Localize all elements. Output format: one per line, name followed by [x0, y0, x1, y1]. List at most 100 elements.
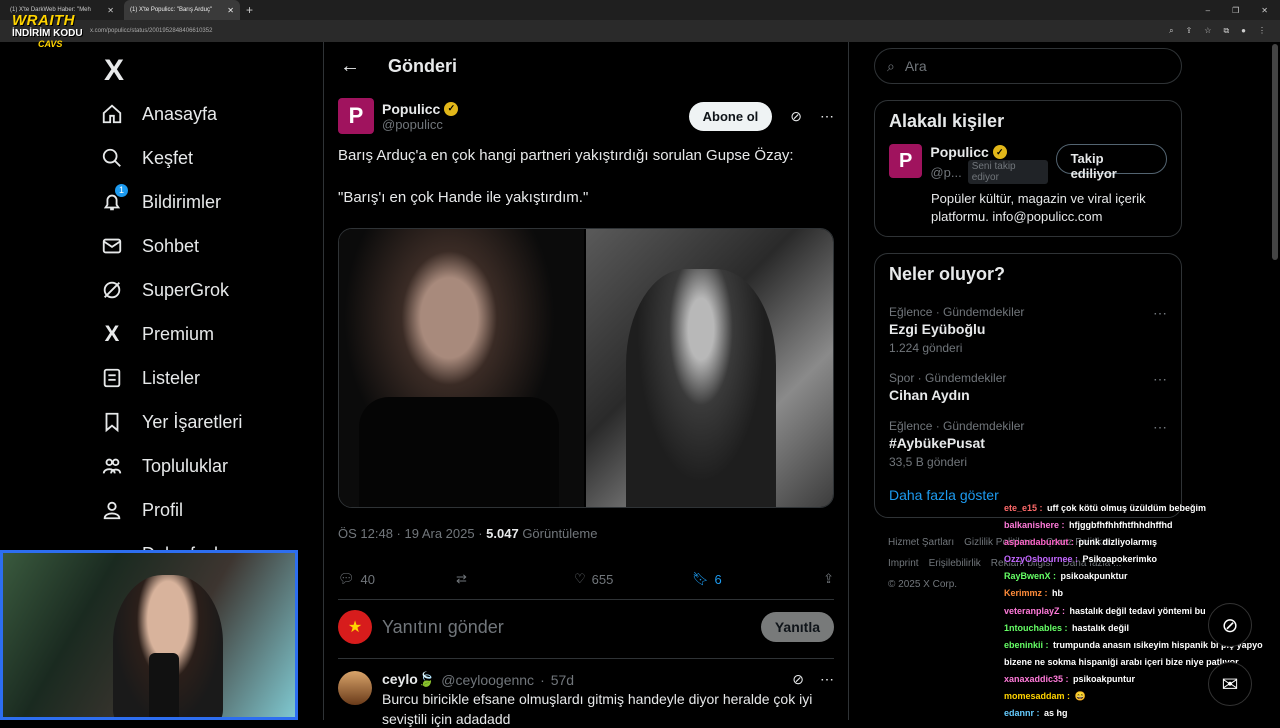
verified-badge-icon: ✓ — [444, 101, 459, 116]
x-logo-icon[interactable]: X — [100, 50, 316, 92]
bookmark-action[interactable]: 🔖︎ 6 — [692, 571, 810, 587]
nav-item-messages[interactable]: Sohbet — [96, 224, 316, 268]
more-options-icon[interactable]: ⋯ — [1153, 419, 1167, 469]
nav-item-lists[interactable]: Listeler — [96, 356, 316, 400]
views-label: Görüntüleme — [518, 526, 598, 541]
new-tab-icon[interactable]: + — [246, 3, 253, 17]
trend-info: Spor · Gündemdekiler Cihan Aydın — [889, 371, 1006, 403]
related-info: Populicc ✓ @p... Seni takip ediyor — [930, 144, 1048, 184]
nav-item-premium[interactable]: X Premium — [96, 312, 316, 356]
trend-item[interactable]: Eğlence · Gündemdekiler #AybükePusat 33,5 … — [889, 411, 1167, 477]
footer-link[interactable]: Hizmet Şartları — [888, 537, 954, 548]
chat-message: RayBwenX : psikoakpunktur — [1004, 568, 1274, 585]
repost-action[interactable]: ⇄ — [456, 571, 574, 587]
reply-item[interactable]: ceylo🍃 @ceyloogennc · 57d ⊘ ⋯ Burcu biri… — [338, 659, 834, 728]
profile-icon[interactable]: ● — [1241, 26, 1246, 36]
zoom-icon[interactable]: ⌕ — [1169, 26, 1173, 36]
chat-text: hfjggbfhfhhfhtfhhdhffhd — [1066, 520, 1173, 531]
subscribe-button[interactable]: Abone ol — [688, 101, 773, 131]
user-avatar[interactable]: ★ — [338, 610, 372, 644]
chat-username: edannr : — [1004, 708, 1040, 719]
commenter-name[interactable]: ceylo🍃 — [382, 671, 435, 688]
post-photo-right[interactable] — [586, 229, 833, 507]
notification-badge: 1 — [115, 184, 128, 197]
menu-icon[interactable]: ⋮ — [1258, 26, 1266, 36]
reply-action[interactable]: 💬︎ 40 — [338, 571, 456, 587]
author-handle[interactable]: @populicc — [382, 117, 458, 132]
related-name[interactable]: Populicc — [930, 144, 988, 160]
chat-username: momesaddam : — [1004, 691, 1071, 702]
url-field[interactable]: x.com/populicc/status/200195284840661035… — [90, 28, 212, 34]
nav-item-home[interactable]: Anasayfa — [96, 92, 316, 136]
reply-button[interactable]: Yanıtla — [760, 612, 834, 642]
person-icon — [100, 498, 124, 522]
commenter-handle[interactable]: @ceyloogennc — [441, 672, 534, 688]
author-avatar[interactable]: P — [338, 98, 374, 134]
back-arrow-icon[interactable]: ← — [340, 55, 360, 78]
star-icon[interactable]: ☆ — [1204, 26, 1211, 36]
reply-count: 40 — [360, 571, 375, 587]
minimize-icon[interactable]: – — [1206, 6, 1210, 15]
chat-message: aspandaburkut : punk dizliyolarmış — [1004, 534, 1274, 551]
post-meta: ÖS 12:48 · 19 Ara 2025 · 5.047 Görüntüle… — [338, 526, 834, 541]
close-tab-icon[interactable]: ✕ — [227, 6, 234, 15]
sponsor-code: CAVS — [38, 39, 63, 49]
chat-text: hastalık değil — [1069, 622, 1130, 633]
more-options-icon[interactable]: ⋯ — [1153, 371, 1167, 403]
search-box[interactable]: ⌕ Ara — [874, 48, 1182, 84]
reply-input[interactable]: Yanıtını gönder — [382, 617, 504, 638]
close-tab-icon[interactable]: ✕ — [107, 6, 114, 15]
trend-info: Eğlence · Gündemdekiler Ezgi Eyüboğlu 1.22… — [889, 305, 1024, 355]
list-icon — [100, 366, 124, 390]
nav-item-communities[interactable]: Topluluklar — [96, 444, 316, 488]
post-media[interactable] — [338, 228, 834, 508]
close-window-icon[interactable]: ✕ — [1261, 6, 1268, 15]
related-bio: Popüler kültür, magazin ve viral içerik … — [931, 191, 1146, 224]
chat-username: OzzyOsbournee : — [1004, 554, 1079, 565]
related-avatar[interactable]: P — [889, 144, 923, 178]
messages-fab-icon[interactable]: ✉ — [1208, 662, 1252, 706]
more-options-icon[interactable]: ⋯ — [1153, 305, 1167, 355]
share-icon: ⇪ — [823, 571, 834, 586]
like-action[interactable]: ♡ 655 — [574, 571, 692, 587]
nav-item-notifications[interactable]: 1 Bildirimler — [96, 180, 316, 224]
nav-item-profile[interactable]: Profil — [96, 488, 316, 532]
following-button[interactable]: Takip ediliyor — [1055, 144, 1167, 181]
extensions-icon[interactable]: ⧉ — [1223, 26, 1229, 36]
photo-figures-shape — [626, 269, 777, 507]
share-icon[interactable]: ⇪ — [1186, 26, 1193, 36]
more-options-icon[interactable]: ⋯ — [820, 671, 834, 688]
reply-icon: 💬︎ — [338, 571, 355, 586]
nav-item-supergrok[interactable]: SuperGrok — [96, 268, 316, 312]
footer-link[interactable]: Imprint — [888, 558, 919, 569]
search-input[interactable]: Ara — [905, 58, 927, 74]
nav-item-explore[interactable]: Keşfet — [96, 136, 316, 180]
page-scrollbar[interactable] — [1272, 44, 1278, 260]
grok-icon[interactable]: ⊘ — [790, 108, 802, 125]
trend-item[interactable]: Eğlence · Gündemdekiler Ezgi Eyüboğlu 1.22… — [889, 297, 1167, 363]
grok-fab-icon[interactable]: ⊘ — [1208, 603, 1252, 647]
related-handle[interactable]: @p... — [930, 165, 961, 180]
grok-icon[interactable]: ⊘ — [792, 671, 804, 688]
copyright: © 2025 X Corp. — [888, 579, 958, 590]
post-photo-left[interactable] — [339, 229, 585, 507]
author-name-row[interactable]: Populicc ✓ — [382, 100, 459, 117]
photo-dress-shape — [359, 397, 559, 507]
share-action[interactable]: ⇪ — [823, 571, 834, 587]
post-time[interactable]: ÖS 12:48 · 19 Ara 2025 · — [338, 526, 486, 541]
trend-item[interactable]: Spor · Gündemdekiler Cihan Aydın ⋯ — [889, 363, 1167, 411]
related-person[interactable]: P Populicc ✓ @p... Seni takip ediyor Takip… — [889, 144, 1167, 184]
people-icon — [100, 454, 124, 478]
more-options-icon[interactable]: ⋯ — [820, 108, 834, 125]
comment-time[interactable]: 57d — [551, 672, 574, 688]
footer-link[interactable]: Erişilebilirlik — [929, 558, 981, 569]
chat-text: 😄 — [1072, 691, 1086, 702]
commenter-avatar[interactable] — [338, 671, 372, 705]
page-title: Gönderi — [388, 55, 458, 76]
browser-tab-active[interactable]: (1) X'te Populicc: "Barış Arduç" ✕ — [124, 0, 240, 20]
card-title: Alakalı kişiler — [889, 111, 1005, 131]
nav-item-bookmarks[interactable]: Yer İşaretleri — [96, 400, 316, 444]
author-name: Populicc — [382, 100, 441, 117]
nav-label: Listeler — [142, 367, 201, 388]
maximize-icon[interactable]: ❐ — [1232, 6, 1239, 15]
